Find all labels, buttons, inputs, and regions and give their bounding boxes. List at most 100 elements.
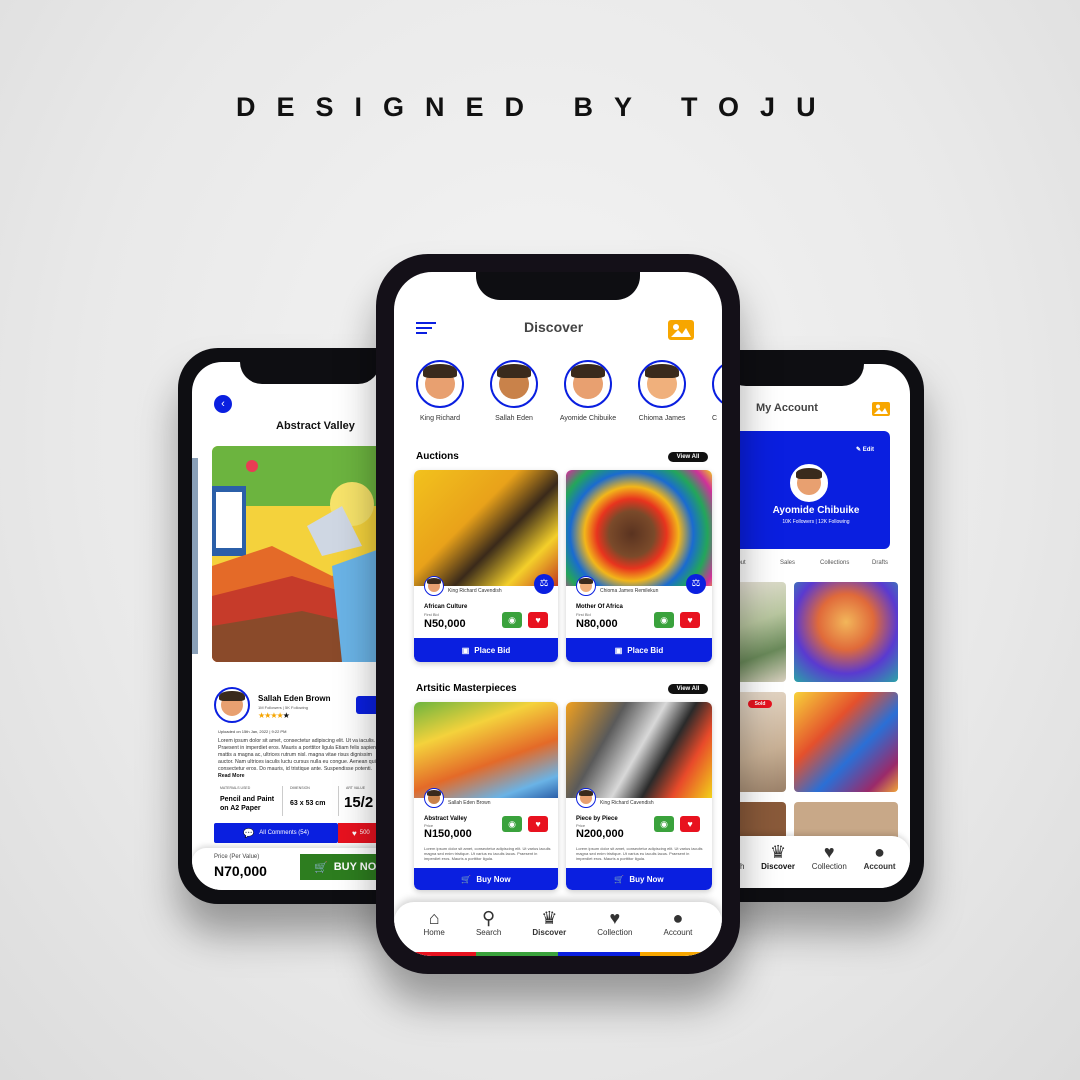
artwork-image xyxy=(414,470,558,586)
nav-discover-label: Discover xyxy=(761,862,795,871)
edit-label: Edit xyxy=(862,447,875,453)
cart-icon: 🛒 xyxy=(314,861,328,874)
artist-avatar[interactable] xyxy=(712,360,722,408)
avatar xyxy=(576,788,596,808)
avatar[interactable] xyxy=(214,687,250,723)
grid-item[interactable] xyxy=(794,692,898,792)
place-bid-label: Place Bid xyxy=(474,645,511,655)
dimension-label: DIMENSION xyxy=(290,786,310,790)
artwork-card[interactable]: Sallah Eden Brown Abstract Valley Price … xyxy=(414,702,558,890)
avatar xyxy=(576,576,596,596)
card-artist: King Richard Cavendish xyxy=(448,588,502,594)
nav-collection[interactable]: ♥ Collection xyxy=(812,842,847,888)
heart-icon: ♥ xyxy=(687,615,693,625)
nav-discover[interactable]: ♛ Discover xyxy=(532,908,566,956)
avatar-face xyxy=(570,364,606,400)
divider xyxy=(338,786,339,816)
artwork-card[interactable]: King Richard Cavendish Piece by Piece Pr… xyxy=(566,702,712,890)
edit-button[interactable]: ✎ Edit xyxy=(856,446,874,453)
view-button[interactable]: ◉ xyxy=(654,612,674,628)
view-all-button[interactable]: View All xyxy=(668,452,708,462)
upload-date: Uploaded on 15th Jan, 2022 | 9:22 PM xyxy=(218,729,287,734)
card-description: Lorem ipsum dolor sit amet, consectetur … xyxy=(576,846,703,861)
artist-avatar[interactable] xyxy=(638,360,686,408)
nav-search[interactable]: ⚲ Search xyxy=(476,908,501,956)
gallery-icon[interactable] xyxy=(872,402,890,416)
nav-account[interactable]: ● Account xyxy=(864,842,896,888)
home-icon: ⌂ xyxy=(428,908,440,928)
buy-now-label: Buy Now xyxy=(476,874,511,884)
grid-item[interactable] xyxy=(734,582,786,682)
divider xyxy=(282,786,283,816)
artwork-image[interactable] xyxy=(212,446,388,662)
nav-account-label: Account xyxy=(863,862,896,871)
eye-icon: ◉ xyxy=(660,614,668,625)
section-heading: Artsitic Masterpieces xyxy=(416,683,517,694)
likes-count: 500 xyxy=(359,830,370,836)
buy-now-button[interactable]: 🛒 Buy Now xyxy=(566,868,712,890)
card-title: Piece by Piece xyxy=(576,816,618,822)
avatar-face xyxy=(426,790,441,805)
nav-account[interactable]: ● Account xyxy=(663,908,692,956)
artist-name: Sallah Eden Brown xyxy=(258,694,331,703)
avatar-face xyxy=(644,364,680,400)
like-button[interactable]: ♥ xyxy=(528,612,548,628)
like-button[interactable]: ♥ xyxy=(528,816,548,832)
nav-collection-label: Collection xyxy=(597,928,633,937)
description-text: Lorem ipsum dolor sit amet, consectetur … xyxy=(218,738,379,772)
avatar xyxy=(424,788,444,808)
avatar-face xyxy=(422,364,458,400)
heart-icon: ♥ xyxy=(535,615,541,625)
card-price: N200,000 xyxy=(576,828,624,840)
nav-collection[interactable]: ♥ Collection xyxy=(597,908,632,956)
nav-home[interactable]: ⌂ Home xyxy=(424,908,445,956)
headline: DESIGNED BY TOJU xyxy=(236,92,837,122)
card-title: Abstract Valley xyxy=(424,816,468,822)
avatar-face xyxy=(578,578,593,593)
read-more-link[interactable]: Read More xyxy=(218,773,245,779)
eye-icon: ◉ xyxy=(508,614,516,625)
like-button[interactable]: ♥ xyxy=(680,612,700,628)
auction-card[interactable]: King Richard Cavendish ⚖ African Culture… xyxy=(414,470,558,662)
place-bid-button[interactable]: ▣ Place Bid xyxy=(414,638,558,662)
view-button[interactable]: ◉ xyxy=(502,816,522,832)
grid-item[interactable] xyxy=(794,582,898,682)
eye-icon: ◉ xyxy=(508,818,516,829)
description: Lorem ipsum dolor sit amet, consectetur … xyxy=(218,738,386,781)
artwork-peek-left xyxy=(192,458,198,654)
comments-button[interactable]: 💬 All Comments (54) xyxy=(214,823,338,843)
crown-icon: ♛ xyxy=(769,842,787,862)
user-name: Ayomide Chibuike xyxy=(772,505,860,516)
gallery-icon[interactable] xyxy=(668,320,694,340)
nav-discover[interactable]: ♛ Discover xyxy=(761,842,795,888)
heart-icon: ♥ xyxy=(823,842,835,862)
eye-icon: ◉ xyxy=(660,818,668,829)
buy-now-button[interactable]: 🛒 Buy Now xyxy=(414,868,558,890)
heart-icon: ♥ xyxy=(687,819,693,829)
back-button[interactable]: ‹ xyxy=(214,395,232,413)
artist-name: King Richard xyxy=(419,415,461,422)
buy-now-label: Buy Now xyxy=(629,874,664,884)
tab-drafts[interactable]: Drafts xyxy=(872,560,888,566)
tab-collections[interactable]: Collections xyxy=(820,560,849,566)
bottom-nav: ⌂ Home ⚲ Search ♛ Discover ♥ Collection ● Acc… xyxy=(394,902,722,956)
place-bid-button[interactable]: ▣ Place Bid xyxy=(566,638,712,662)
artist-name: Ayomide Chibuike xyxy=(559,415,617,422)
nav-collection-label: Collection xyxy=(811,862,847,871)
like-button[interactable]: ♥ xyxy=(680,816,700,832)
menu-icon[interactable] xyxy=(416,322,436,334)
avatar[interactable] xyxy=(790,464,828,502)
artist-avatar[interactable] xyxy=(416,360,464,408)
artist-name: Sallah Eden xyxy=(495,415,533,422)
view-all-button[interactable]: View All xyxy=(668,684,708,694)
view-button[interactable]: ◉ xyxy=(502,612,522,628)
section-heading: Auctions xyxy=(416,451,459,462)
heart-icon: ♥ xyxy=(352,828,357,838)
view-button[interactable]: ◉ xyxy=(654,816,674,832)
auction-card[interactable]: Chioma James Remilekun ⚖ Mother Of Afric… xyxy=(566,470,712,662)
tab-sales[interactable]: Sales xyxy=(780,560,795,566)
artist-avatar[interactable] xyxy=(490,360,538,408)
cart-icon: 🛒 xyxy=(614,874,625,884)
artist-avatar[interactable] xyxy=(564,360,612,408)
notch xyxy=(240,362,380,384)
